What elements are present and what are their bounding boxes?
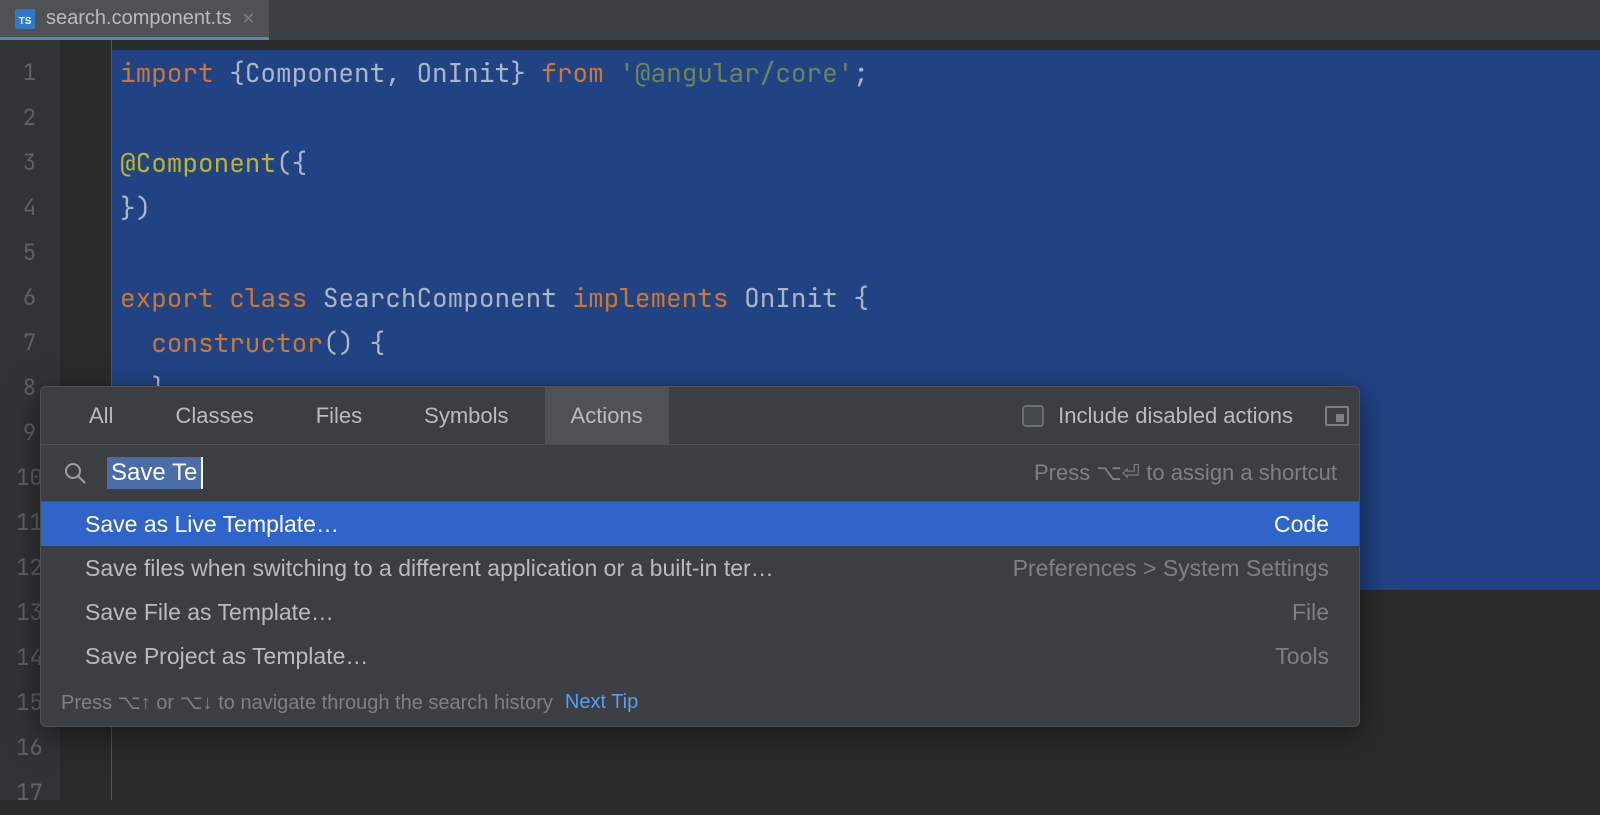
tab-files[interactable]: Files: [290, 387, 388, 444]
result-path: Code: [1274, 511, 1329, 538]
code-line: [112, 95, 1600, 140]
result-label: Save as Live Template…: [85, 511, 339, 538]
code-line: @Component({: [112, 140, 1600, 185]
result-label: Save Project as Template…: [85, 643, 368, 670]
line-number: 4: [0, 185, 59, 230]
close-icon[interactable]: ✕: [242, 9, 255, 29]
panel-layout-icon[interactable]: [1325, 406, 1349, 426]
next-tip-link[interactable]: Next Tip: [565, 691, 638, 714]
code-line: [112, 230, 1600, 275]
editor-tab-bar: TS search.component.ts ✕: [0, 0, 1600, 40]
code-line: export class SearchComponent implements …: [112, 275, 1600, 320]
line-number: 16: [0, 725, 59, 770]
line-number: 6: [0, 275, 59, 320]
result-path: Preferences > System Settings: [1013, 555, 1329, 582]
line-number: 2: [0, 95, 59, 140]
line-number: 7: [0, 320, 59, 365]
popup-footer: Press ⌥↑ or ⌥↓ to navigate through the s…: [41, 678, 1359, 726]
tab-classes[interactable]: Classes: [149, 387, 279, 444]
result-item[interactable]: Save Project as Template… Tools: [41, 634, 1359, 678]
tab-all[interactable]: All: [63, 387, 139, 444]
result-label: Save files when switching to a different…: [85, 555, 774, 582]
line-number: 3: [0, 140, 59, 185]
shortcut-hint: Press ⌥⏎ to assign a shortcut: [1034, 460, 1337, 486]
result-item[interactable]: Save files when switching to a different…: [41, 546, 1359, 590]
popup-tab-bar: All Classes Files Symbols Actions Includ…: [41, 387, 1359, 445]
code-line: [112, 770, 1600, 815]
search-everywhere-popup: All Classes Files Symbols Actions Includ…: [40, 386, 1360, 727]
code-line: }): [112, 185, 1600, 230]
results-list: Save as Live Template… Code Save files w…: [41, 501, 1359, 678]
svg-text:TS: TS: [19, 16, 32, 27]
result-label: Save File as Template…: [85, 599, 334, 626]
code-line: import {Component, OnInit} from '@angula…: [112, 50, 1600, 95]
line-number: 1: [0, 50, 59, 95]
line-number: 5: [0, 230, 59, 275]
search-row: Save Te Press ⌥⏎ to assign a shortcut: [41, 445, 1359, 501]
line-number: 17: [0, 770, 59, 815]
include-disabled-checkbox[interactable]: Include disabled actions: [1022, 403, 1293, 429]
result-path: File: [1292, 599, 1329, 626]
typescript-file-icon: TS: [14, 8, 36, 30]
checkbox-icon: [1022, 405, 1044, 427]
code-line: constructor() {: [112, 320, 1600, 365]
search-input[interactable]: Save Te: [107, 457, 203, 489]
footer-hint: Press ⌥↑ or ⌥↓ to navigate through the s…: [61, 690, 553, 715]
tab-symbols[interactable]: Symbols: [398, 387, 534, 444]
checkbox-label: Include disabled actions: [1058, 403, 1293, 429]
tab-filename: search.component.ts: [46, 7, 232, 30]
search-icon: [63, 461, 87, 485]
tab-actions[interactable]: Actions: [545, 387, 669, 444]
result-item[interactable]: Save File as Template… File: [41, 590, 1359, 634]
code-line: [112, 725, 1600, 770]
editor-tab-active[interactable]: TS search.component.ts ✕: [0, 0, 269, 40]
result-path: Tools: [1275, 643, 1329, 670]
result-item[interactable]: Save as Live Template… Code: [41, 502, 1359, 546]
